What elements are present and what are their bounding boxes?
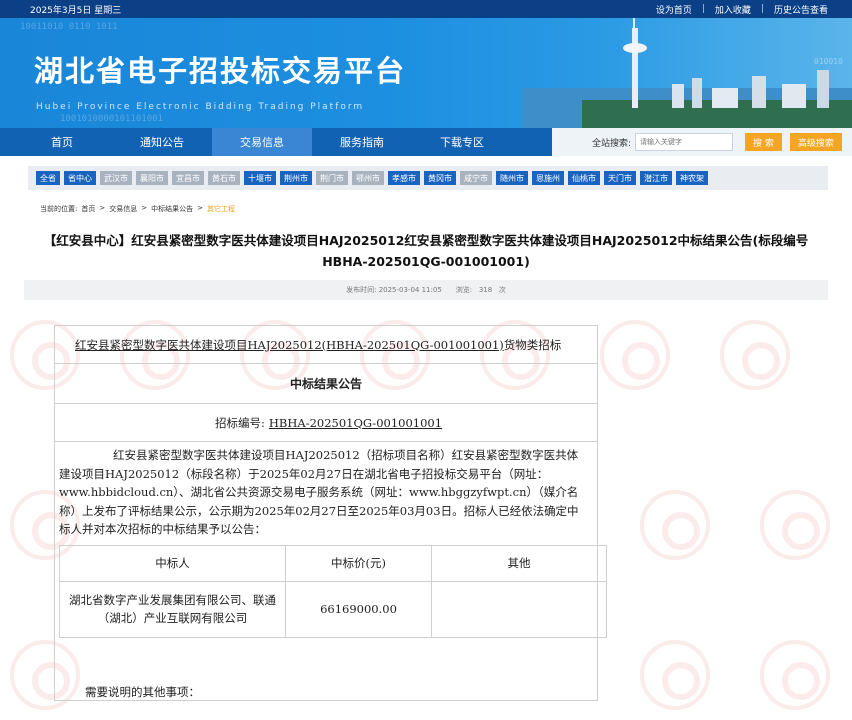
search-button[interactable]: 搜 索 bbox=[745, 133, 782, 151]
other-notes-heading: 需要说明的其他事项： bbox=[85, 684, 200, 699]
top-bar: 2025年3月5日 星期三 设为首页 | 加入收藏 | 历史公告查看 bbox=[0, 0, 852, 18]
add-favorite-link[interactable]: 加入收藏 bbox=[715, 3, 751, 16]
project-type: 货物类招标 bbox=[503, 337, 562, 352]
breadcrumb-sep: > bbox=[141, 204, 148, 212]
other-info bbox=[431, 580, 607, 638]
site-banner: 10011010 0110 1011 1001010000101101001 湖… bbox=[0, 18, 852, 128]
watermark-logo bbox=[760, 490, 830, 560]
breadcrumb-current: 其它工程 bbox=[206, 205, 235, 213]
breadcrumb-trade-info[interactable]: 交易信息 bbox=[109, 204, 137, 214]
nav-trade-info[interactable]: 交易信息 bbox=[212, 128, 312, 156]
region-xiangyang[interactable]: 襄阳市 bbox=[136, 171, 168, 185]
watermark-logo bbox=[640, 490, 710, 560]
winner-name: 湖北省数字产业发展集团有限公司、联通（湖北）产业互联网有限公司 bbox=[59, 580, 286, 638]
project-name: 红安县紧密型数字医共体建设项目HAJ2025012(HBHA-202501QG-… bbox=[75, 337, 504, 352]
views-unit: 次 bbox=[498, 286, 506, 294]
binary-decoration: 1001010000101101001 bbox=[60, 114, 163, 124]
advanced-search-button[interactable]: 高级搜索 bbox=[789, 133, 842, 151]
nav-home[interactable]: 首页 bbox=[12, 128, 112, 156]
view-count: 浏览: 318 次 bbox=[456, 285, 506, 295]
region-ezhou[interactable]: 鄂州市 bbox=[352, 171, 384, 185]
top-links: 设为首页 | 加入收藏 | 历史公告查看 bbox=[656, 3, 828, 16]
header-winner: 中标人 bbox=[59, 544, 286, 582]
bid-number-line: 招标编号: HBHA-202501QG-001001001 bbox=[55, 404, 597, 442]
watermark-logo bbox=[600, 320, 670, 390]
svg-text:010010: 010010 bbox=[814, 57, 843, 66]
winner-table: 中标人 中标价(元) 其他 湖北省数字产业发展集团有限公司、联通（湖北）产业互联… bbox=[59, 544, 607, 638]
views-value: 318 bbox=[478, 286, 493, 294]
region-filter-bar: 全省 省中心 武汉市 襄阳市 宜昌市 黄石市 十堰市 荆州市 荆门市 鄂州市 孝… bbox=[28, 166, 828, 190]
site-search: 全站搜索: 搜 索 高级搜索 bbox=[552, 128, 852, 156]
breadcrumb-sep: > bbox=[197, 204, 203, 212]
publish-label: 发布时间: bbox=[346, 286, 377, 294]
region-enshi[interactable]: 恩施州 bbox=[532, 171, 564, 185]
region-jingzhou[interactable]: 荆州市 bbox=[280, 171, 312, 185]
divider: | bbox=[701, 4, 705, 14]
table-header-row: 中标人 中标价(元) 其他 bbox=[59, 544, 607, 582]
region-all[interactable]: 全省 bbox=[36, 171, 60, 185]
watermark-logo bbox=[720, 320, 790, 390]
notice-paragraph: 红安县紧密型数字医共体建设项目HAJ2025012（招标项目名称）红安县紧密型数… bbox=[59, 448, 579, 536]
search-label: 全站搜索: bbox=[592, 138, 632, 149]
breadcrumb: 当前的位置: 首页 > 交易信息 > 中标结果公告 > 其它工程 bbox=[40, 204, 852, 214]
header-price: 中标价(元) bbox=[285, 544, 432, 582]
breadcrumb-result-notice[interactable]: 中标结果公告 bbox=[151, 204, 193, 214]
region-yichang[interactable]: 宜昌市 bbox=[172, 171, 204, 185]
nav-notices[interactable]: 通知公告 bbox=[112, 128, 212, 156]
breadcrumb-sep: > bbox=[99, 204, 106, 212]
publish-time-value: 2025-03-04 11:05 bbox=[378, 286, 442, 294]
breadcrumb-home[interactable]: 首页 bbox=[81, 204, 95, 214]
breadcrumb-prefix: 当前的位置: bbox=[40, 205, 78, 213]
region-jingmen[interactable]: 荆门市 bbox=[316, 171, 348, 185]
publish-time: 发布时间: 2025-03-04 11:05 bbox=[346, 285, 442, 295]
region-suizhou[interactable]: 随州市 bbox=[496, 171, 528, 185]
article-title: 【红安县中心】红安县紧密型数字医共体建设项目HAJ2025012红安县紧密型数字… bbox=[43, 233, 809, 269]
header-other: 其他 bbox=[431, 544, 607, 582]
current-date: 2025年3月5日 星期三 bbox=[30, 5, 122, 16]
nav-downloads[interactable]: 下载专区 bbox=[412, 128, 512, 156]
region-huanggang[interactable]: 黄冈市 bbox=[424, 171, 456, 185]
region-xianning[interactable]: 咸宁市 bbox=[460, 171, 492, 185]
views-label: 浏览: bbox=[455, 286, 473, 294]
set-homepage-link[interactable]: 设为首页 bbox=[656, 3, 692, 16]
city-skyline-image: 010010 bbox=[522, 18, 852, 128]
site-title: 湖北省电子招投标交易平台 bbox=[34, 54, 407, 88]
region-xiaogan[interactable]: 孝感市 bbox=[388, 171, 420, 185]
search-input[interactable] bbox=[635, 133, 734, 151]
table-row: 湖北省数字产业发展集团有限公司、联通（湖北）产业互联网有限公司 66169000… bbox=[59, 580, 607, 638]
binary-decoration: 10011010 0110 1011 bbox=[20, 22, 118, 32]
region-shennongjia[interactable]: 神农架 bbox=[676, 171, 708, 185]
region-tianmen[interactable]: 天门市 bbox=[604, 171, 636, 185]
region-huangshi[interactable]: 黄石市 bbox=[208, 171, 240, 185]
notice-document: 红安县紧密型数字医共体建设项目HAJ2025012(HBHA-202501QG-… bbox=[54, 325, 607, 701]
history-notice-link[interactable]: 历史公告查看 bbox=[774, 3, 828, 16]
watermark-logo bbox=[640, 640, 710, 710]
project-line: 红安县紧密型数字医共体建设项目HAJ2025012(HBHA-202501QG-… bbox=[55, 326, 597, 364]
main-nav: 首页 通知公告 交易信息 服务指南 下载专区 全站搜索: 搜 索 高级搜索 bbox=[0, 128, 852, 156]
region-xiantao[interactable]: 仙桃市 bbox=[568, 171, 600, 185]
region-wuhan[interactable]: 武汉市 bbox=[100, 171, 132, 185]
site-subtitle: Hubei Province Electronic Bidding Tradin… bbox=[36, 102, 365, 112]
divider: | bbox=[760, 4, 764, 14]
bid-number-label: 招标编号: bbox=[215, 415, 265, 430]
region-provincial-center[interactable]: 省中心 bbox=[64, 171, 96, 185]
notice-heading: 中标结果公告 bbox=[55, 364, 597, 404]
region-shiyan[interactable]: 十堰市 bbox=[244, 171, 276, 185]
watermark-logo bbox=[760, 640, 830, 710]
winning-price: 66169000.00 bbox=[285, 580, 432, 638]
article-meta: 发布时间: 2025-03-04 11:05 浏览: 318 次 bbox=[24, 280, 828, 300]
region-qianjiang[interactable]: 潜江市 bbox=[640, 171, 672, 185]
nav-service-guide[interactable]: 服务指南 bbox=[312, 128, 412, 156]
bid-number: HBHA-202501QG-001001001 bbox=[268, 415, 443, 430]
